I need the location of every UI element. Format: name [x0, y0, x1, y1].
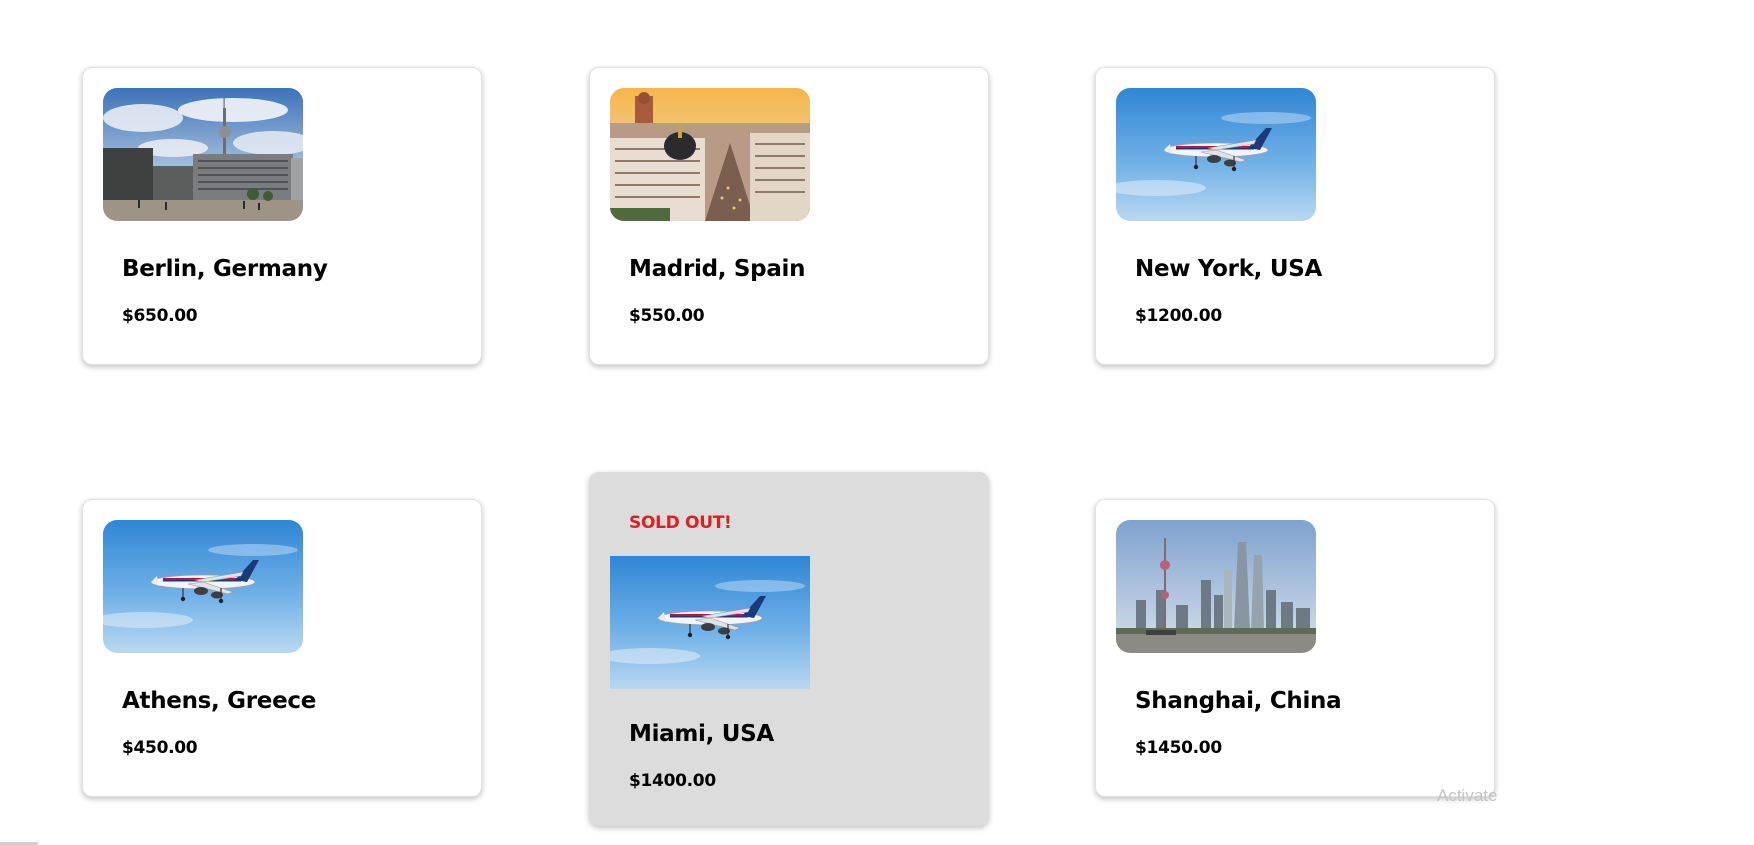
destination-city-name: New York, USA: [1135, 256, 1322, 282]
activate-windows-watermark: Activate: [1437, 786, 1498, 805]
destination-card-athens[interactable]: Athens, Greece $450.00: [82, 499, 482, 797]
destination-city-name: Athens, Greece: [122, 688, 317, 714]
airplane-sky-photo: [610, 556, 810, 689]
destination-price: $450.00: [122, 738, 198, 758]
destination-card-new-york[interactable]: New York, USA $1200.00: [1095, 67, 1495, 365]
airplane-sky-photo: [1116, 88, 1316, 221]
destination-price: $650.00: [122, 306, 198, 326]
destination-card-miami[interactable]: SOLD OUT! Miami, USA $1400.00: [589, 472, 989, 826]
destination-price: $1450.00: [1135, 738, 1222, 758]
destination-city-name: Madrid, Spain: [629, 256, 806, 282]
destination-city-name: Berlin, Germany: [122, 256, 328, 282]
destination-city-name: Shanghai, China: [1135, 688, 1342, 714]
destination-city-name: Miami, USA: [629, 721, 774, 747]
berlin-tv-tower-photo: [103, 88, 303, 221]
destination-card-shanghai[interactable]: Shanghai, China $1450.00: [1095, 499, 1495, 797]
destination-price: $1200.00: [1135, 306, 1222, 326]
destinations-page: Berlin, Germany $650.00 Madrid, Spain $5…: [0, 0, 1754, 845]
destination-card-madrid[interactable]: Madrid, Spain $550.00: [589, 67, 989, 365]
shanghai-skyline-photo: [1116, 520, 1316, 653]
destination-price: $1400.00: [629, 771, 716, 791]
airplane-sky-photo: [103, 520, 303, 653]
destination-price: $550.00: [629, 306, 705, 326]
madrid-cityscape-photo: [610, 88, 810, 221]
destination-card-berlin[interactable]: Berlin, Germany $650.00: [82, 67, 482, 365]
sold-out-badge: SOLD OUT!: [629, 513, 732, 533]
